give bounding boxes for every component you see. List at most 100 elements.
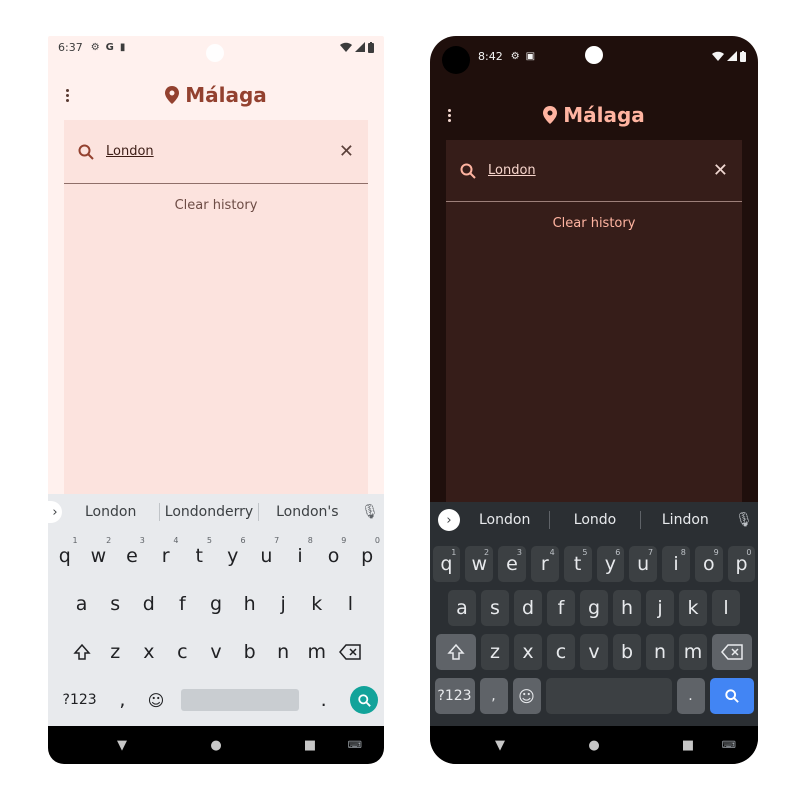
key-x[interactable]: x: [132, 630, 166, 674]
key-i[interactable]: i8: [662, 546, 690, 582]
shift-key[interactable]: [65, 630, 99, 674]
key-c[interactable]: c: [166, 630, 200, 674]
microphone-icon[interactable]: 🎙: [356, 504, 384, 520]
keyboard-switch-icon[interactable]: ⌨: [348, 740, 362, 751]
home-icon[interactable]: ●: [169, 738, 263, 753]
key-h[interactable]: h: [233, 582, 267, 626]
key-o[interactable]: o9: [694, 546, 723, 582]
key-comma[interactable]: ,: [106, 678, 140, 722]
light-phone-screen: 6:37 ⚙ G ▮ Málaga London ✕ Clear history…: [48, 36, 384, 764]
key-g[interactable]: g: [580, 590, 608, 626]
key-h[interactable]: h: [613, 590, 641, 626]
key-period[interactable]: .: [676, 678, 705, 714]
symbols-key[interactable]: ?123: [54, 678, 106, 722]
key-n[interactable]: n: [266, 630, 300, 674]
key-s[interactable]: s: [98, 582, 132, 626]
microphone-icon[interactable]: 🎙: [730, 512, 758, 528]
key-z[interactable]: z: [481, 634, 509, 670]
key-d[interactable]: d: [132, 582, 166, 626]
key-comma[interactable]: ,: [479, 678, 508, 714]
key-a[interactable]: a: [448, 590, 476, 626]
key-x[interactable]: x: [514, 634, 542, 670]
key-w[interactable]: w2: [82, 534, 116, 578]
status-time: 8:42: [478, 49, 503, 63]
close-icon[interactable]: ✕: [713, 161, 728, 180]
key-j[interactable]: j: [266, 582, 300, 626]
emoji-key[interactable]: ☺: [139, 678, 173, 722]
key-a[interactable]: a: [65, 582, 99, 626]
overflow-menu-icon[interactable]: [66, 88, 69, 102]
suggestion-item[interactable]: London: [62, 504, 159, 520]
emoji-key[interactable]: ☺: [512, 678, 541, 714]
search-input[interactable]: London: [106, 144, 339, 159]
home-icon[interactable]: ●: [547, 738, 641, 753]
key-j[interactable]: j: [646, 590, 674, 626]
key-v[interactable]: v: [580, 634, 608, 670]
key-b[interactable]: b: [613, 634, 641, 670]
key-r[interactable]: r4: [530, 546, 559, 582]
key-m[interactable]: m: [300, 630, 334, 674]
key-w[interactable]: w2: [465, 546, 494, 582]
suggestion-item[interactable]: London: [460, 512, 549, 528]
key-b[interactable]: b: [233, 630, 267, 674]
key-y[interactable]: y6: [216, 534, 250, 578]
search-bar[interactable]: London ✕: [446, 140, 742, 202]
key-p[interactable]: p0: [727, 546, 756, 582]
key-u[interactable]: u7: [250, 534, 284, 578]
key-k[interactable]: k: [300, 582, 334, 626]
symbols-key[interactable]: ?123: [434, 678, 475, 714]
suggestion-item[interactable]: Londonderry: [160, 504, 257, 520]
overflow-menu-icon[interactable]: [448, 108, 451, 122]
recents-icon[interactable]: ■: [263, 738, 357, 753]
search-input[interactable]: London: [488, 163, 713, 178]
key-z[interactable]: z: [98, 630, 132, 674]
key-r[interactable]: r4: [149, 534, 183, 578]
search-icon: [460, 163, 476, 179]
key-m[interactable]: m: [679, 634, 707, 670]
keyboard-switch-icon[interactable]: ⌨: [722, 740, 736, 751]
key-p[interactable]: p0: [350, 534, 384, 578]
keyboard-search-button[interactable]: [709, 678, 754, 714]
key-l[interactable]: l: [712, 590, 740, 626]
key-q[interactable]: q1: [432, 546, 461, 582]
key-l[interactable]: l: [334, 582, 368, 626]
key-d[interactable]: d: [514, 590, 542, 626]
key-period[interactable]: .: [307, 678, 341, 722]
key-f[interactable]: f: [166, 582, 200, 626]
key-o[interactable]: o9: [317, 534, 351, 578]
key-i[interactable]: i8: [283, 534, 317, 578]
key-v[interactable]: v: [199, 630, 233, 674]
space-bar[interactable]: [180, 689, 299, 711]
shift-key[interactable]: [436, 634, 476, 670]
search-bar[interactable]: London ✕: [64, 120, 368, 184]
key-g[interactable]: g: [199, 582, 233, 626]
clear-history-button[interactable]: Clear history: [64, 198, 368, 213]
key-k[interactable]: k: [679, 590, 707, 626]
key-u[interactable]: u7: [629, 546, 658, 582]
suggestion-item[interactable]: Lindon: [641, 512, 730, 528]
keyboard-search-button[interactable]: [350, 686, 379, 714]
chevron-right-icon[interactable]: ›: [438, 509, 460, 531]
suggestion-item[interactable]: Londo: [550, 512, 639, 528]
key-e[interactable]: e3: [115, 534, 149, 578]
key-t[interactable]: t5: [182, 534, 216, 578]
key-n[interactable]: n: [646, 634, 674, 670]
close-icon[interactable]: ✕: [339, 142, 354, 161]
key-f[interactable]: f: [547, 590, 575, 626]
key-s[interactable]: s: [481, 590, 509, 626]
clear-history-button[interactable]: Clear history: [446, 216, 742, 231]
key-y[interactable]: y6: [596, 546, 625, 582]
key-t[interactable]: t5: [563, 546, 592, 582]
key-e[interactable]: e3: [498, 546, 526, 582]
back-icon[interactable]: ▼: [453, 738, 547, 753]
key-c[interactable]: c: [547, 634, 575, 670]
back-icon[interactable]: ▼: [75, 738, 169, 753]
space-bar[interactable]: [545, 678, 672, 714]
emoji-icon: ☺: [147, 690, 165, 710]
backspace-key[interactable]: [712, 634, 752, 670]
key-row-3: z x c v b n m: [430, 634, 758, 670]
key-q[interactable]: q1: [48, 534, 82, 578]
suggestion-item[interactable]: London's: [259, 504, 356, 520]
backspace-key[interactable]: [334, 630, 368, 674]
chevron-right-icon[interactable]: ›: [48, 501, 62, 523]
